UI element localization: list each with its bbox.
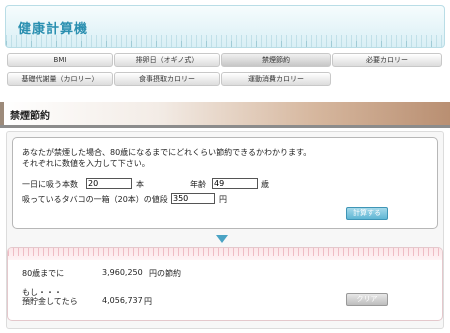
intro-line-2: それぞれに数値を入力して下さい。: [22, 159, 150, 168]
age-unit: 歳: [261, 180, 269, 189]
nav-meal-calories[interactable]: 食事摂取カロリー: [114, 72, 220, 86]
result-row2-value: 4,056,737: [102, 296, 143, 305]
calculate-button[interactable]: 計算する: [346, 207, 388, 220]
nav-required-calories[interactable]: 必要カロリー: [332, 53, 442, 67]
nav-bmi[interactable]: BMI: [7, 53, 113, 67]
app-header: 健康計算機: [5, 5, 445, 48]
app-title: 健康計算機: [18, 22, 89, 37]
header-ruler-major: [6, 41, 444, 47]
result-row1-label: 80歳までに: [22, 269, 65, 278]
section-title: 禁煙節約: [10, 111, 50, 122]
section-header-stripe: [0, 102, 4, 125]
age-label: 年齢: [190, 180, 206, 189]
per-day-unit: 本: [136, 180, 144, 189]
result-box: [7, 247, 443, 321]
nav-exercise-calories[interactable]: 運動消費カロリー: [221, 72, 331, 86]
nav-basal-metabolism[interactable]: 基礎代謝量（カロリー）: [7, 72, 113, 86]
result-row1-value: 3,960,250: [102, 268, 143, 277]
intro-line-1: あなたが禁煙した場合、80歳になるまでにどれくらい節約できるかわかります。: [22, 148, 312, 157]
result-row2-label: 預貯金してたら: [22, 297, 78, 306]
age-input[interactable]: [212, 178, 258, 189]
nav-quit-smoking[interactable]: 禁煙節約: [221, 53, 331, 67]
nav-ovulation[interactable]: 排卵日（オギノ式）: [114, 53, 220, 67]
price-unit: 円: [219, 195, 227, 204]
section-divider: [0, 125, 450, 128]
price-label: 吸っているタバコの一箱（20本）の値段: [22, 195, 168, 204]
result-row1-suffix: 円の節約: [149, 269, 181, 278]
result-row2-suffix: 円: [144, 297, 152, 306]
down-arrow-icon: [216, 235, 228, 243]
price-input[interactable]: [171, 193, 215, 204]
result-ruler-ticks: [8, 248, 442, 256]
per-day-input[interactable]: [86, 178, 132, 189]
section-header: 禁煙節約: [0, 102, 450, 125]
clear-button[interactable]: クリア: [346, 293, 388, 306]
per-day-label: 一日に吸う本数: [22, 180, 78, 189]
